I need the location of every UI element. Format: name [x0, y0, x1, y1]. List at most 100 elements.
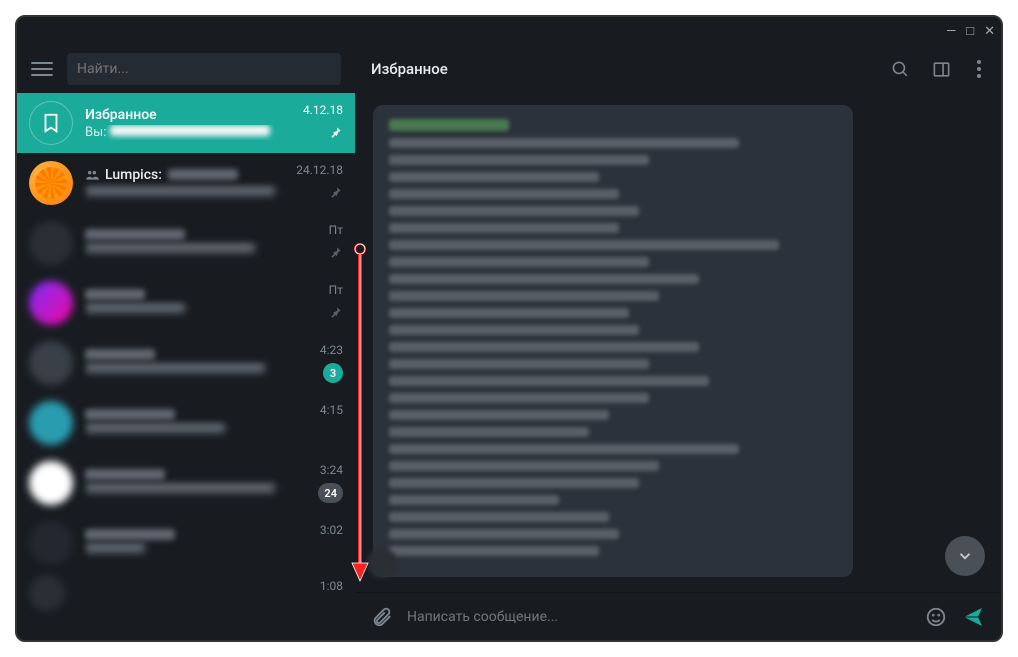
pin-icon [329, 124, 343, 143]
chat-preview: Вы: [85, 125, 343, 140]
avatar [29, 281, 73, 325]
message-line [389, 189, 619, 199]
sidebar-item-lumpics[interactable]: Lumpics: 24.12.18 [17, 153, 355, 213]
close-button[interactable]: ✕ [984, 24, 995, 39]
sidebar-header [17, 53, 355, 85]
chat-header: Избранное [355, 56, 1001, 82]
message-line [389, 376, 709, 386]
message-line [389, 461, 659, 471]
pin-icon [329, 304, 343, 323]
message-line [389, 155, 649, 165]
list-item[interactable]: 3:24 24 [17, 453, 355, 513]
maximize-button[interactable]: □ [966, 23, 974, 39]
chat-date: 1:08 [320, 579, 343, 593]
message-line [389, 274, 699, 284]
chat-name: Lumpics: [105, 167, 162, 183]
chevron-down-icon [956, 547, 974, 565]
chat-date: 24.12.18 [296, 163, 343, 177]
message-bubble[interactable] [373, 105, 853, 577]
avatar [29, 341, 73, 385]
list-item[interactable]: 1:08 [17, 573, 355, 613]
chat-name [85, 289, 145, 300]
body: Избранное Вы: 4.12.18 Lumpics: 24.12.18 [17, 93, 1001, 640]
title-bar: — □ ✕ [17, 17, 1001, 45]
avatar [29, 161, 73, 205]
chat-preview [85, 422, 343, 437]
message-line [389, 206, 639, 216]
minimize-button[interactable]: — [946, 24, 956, 39]
message-line [389, 444, 739, 454]
chat-date: 4:23 [320, 343, 343, 357]
message-line [389, 325, 639, 335]
chat-list[interactable]: Избранное Вы: 4.12.18 Lumpics: 24.12.18 [17, 93, 355, 640]
chat-name [85, 409, 175, 420]
header-actions [891, 56, 985, 82]
list-item[interactable]: 3:02 [17, 513, 355, 573]
chat-date: 3:02 [320, 523, 343, 537]
send-icon[interactable] [961, 605, 985, 629]
chat-name [85, 229, 185, 240]
message-line [389, 172, 599, 182]
message-line [389, 512, 609, 522]
app-window: — □ ✕ Избранное Избр [15, 15, 1003, 642]
chat-preview [85, 302, 343, 317]
chat-preview [85, 242, 343, 257]
chat-date: 4:15 [320, 403, 343, 417]
list-item[interactable]: Пт [17, 273, 355, 333]
avatar [29, 401, 73, 445]
chat-name [85, 529, 175, 540]
message-line [389, 223, 619, 233]
unread-badge: 24 [318, 483, 343, 503]
header: Избранное [17, 45, 1001, 93]
chat-date: Пт [329, 223, 343, 237]
chat-title: Избранное [371, 60, 448, 78]
menu-icon[interactable] [31, 58, 53, 80]
message-line [389, 342, 699, 352]
search-icon[interactable] [891, 60, 910, 79]
chat-preview [85, 542, 343, 557]
scroll-down-button[interactable] [945, 536, 985, 576]
search-box[interactable] [67, 53, 341, 85]
message-line [389, 291, 659, 301]
search-input[interactable] [77, 61, 331, 77]
chat-preview [85, 482, 343, 497]
message-line [389, 478, 639, 488]
message-line [389, 257, 649, 267]
chat-preview [85, 185, 343, 200]
pin-icon [329, 244, 343, 263]
chat-name [85, 349, 155, 360]
message-line [389, 240, 779, 250]
chat-date: 3:24 [320, 463, 343, 477]
message-line [389, 308, 629, 318]
chat-name [85, 469, 165, 480]
pin-icon [329, 184, 343, 203]
message-line [389, 138, 739, 148]
sidebar-item-saved[interactable]: Избранное Вы: 4.12.18 [17, 93, 355, 153]
chat-area [355, 93, 1001, 640]
avatar [29, 521, 73, 565]
composer [355, 592, 1001, 640]
chat-name: Избранное [85, 107, 157, 123]
message-line [389, 359, 649, 369]
attach-icon[interactable] [371, 606, 393, 628]
avatar [29, 221, 73, 265]
list-item[interactable]: 4:23 3 [17, 333, 355, 393]
group-icon [85, 168, 99, 182]
list-item[interactable]: 4:15 [17, 393, 355, 453]
message-title [389, 119, 509, 131]
avatar [29, 575, 65, 611]
chat-date: Пт [329, 283, 343, 297]
message-line [389, 427, 589, 437]
list-item[interactable]: Пт [17, 213, 355, 273]
more-menu-icon[interactable] [973, 56, 985, 82]
chat-preview [85, 362, 343, 377]
sidepanel-icon[interactable] [932, 60, 951, 79]
emoji-icon[interactable] [925, 606, 947, 628]
chat-date: 4.12.18 [303, 103, 343, 117]
message-line [389, 495, 559, 505]
message-input[interactable] [407, 609, 911, 625]
message-line [389, 393, 649, 403]
unread-badge: 3 [323, 363, 343, 383]
message-line [389, 546, 599, 556]
message-list[interactable] [355, 93, 1001, 592]
